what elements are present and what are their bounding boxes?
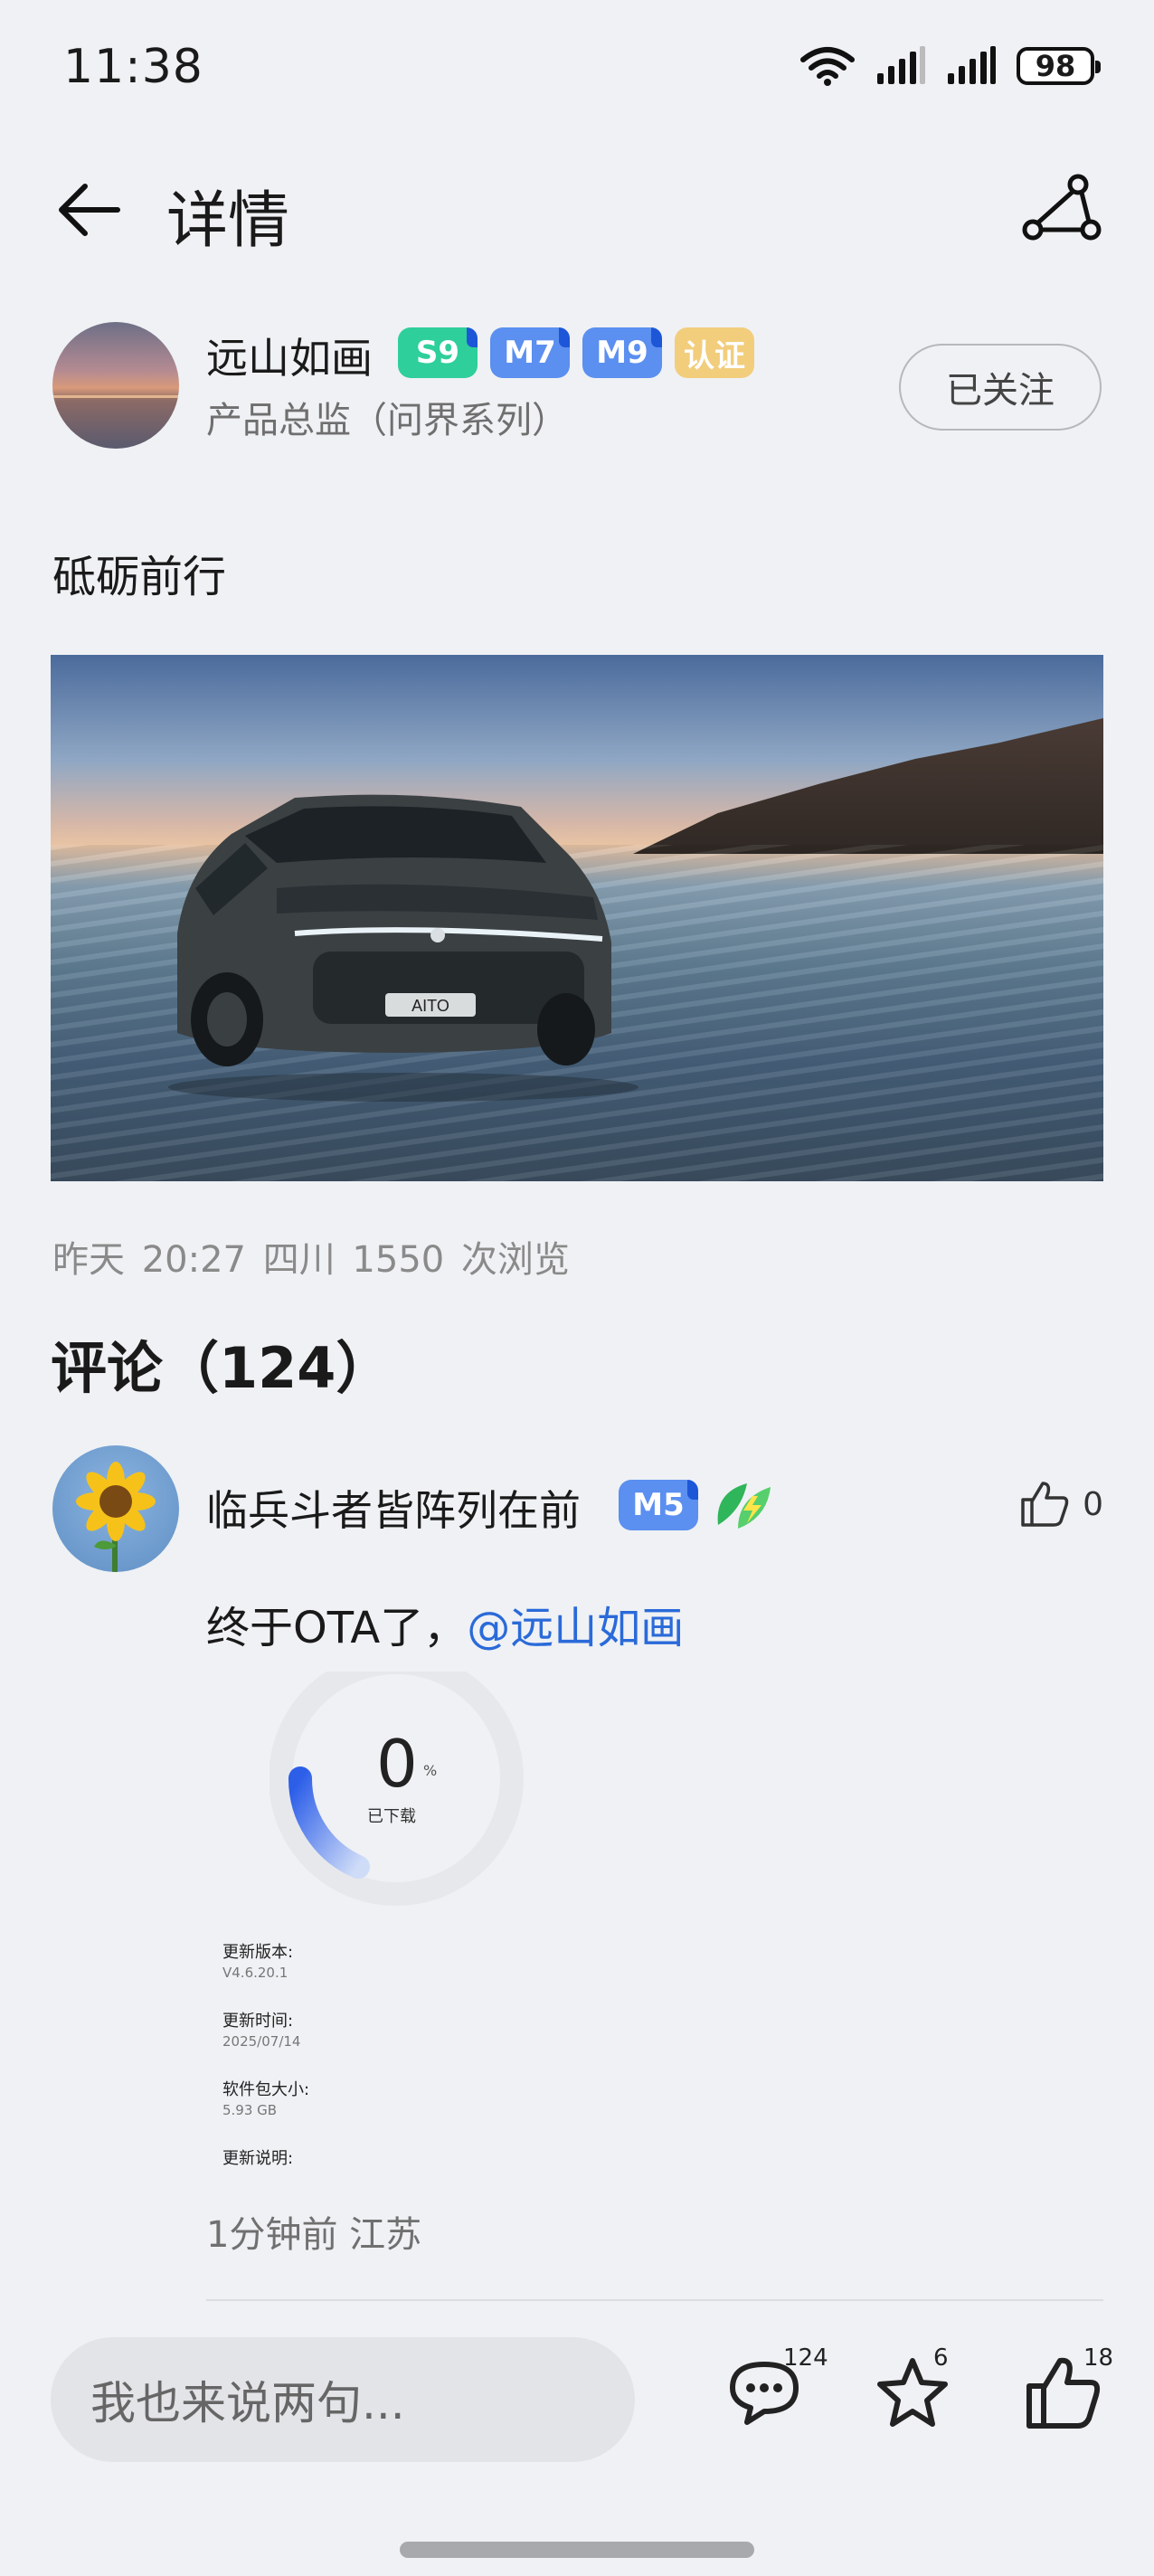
favorites-count: 6 [933,2344,949,2372]
ota-size-value: 5.93 GB [222,2102,278,2118]
model-badge-m9: M9 [582,327,662,378]
downloaded-label: 已下载 [367,1807,416,1826]
model-badge-m7: M7 [490,327,570,378]
back-button[interactable] [52,174,125,246]
author-avatar[interactable] [52,322,179,449]
author-badges: S9 M7 M9 认证 [398,327,754,378]
comments-heading: 评论（124） [51,1335,393,1401]
download-percent-unit: % [423,1762,438,1779]
post-image[interactable]: AITO [51,655,1103,1181]
signal-icon [948,46,996,84]
ota-size-label: 软件包大小: [222,2080,310,2099]
share-button[interactable] [1022,170,1103,251]
comment-input[interactable]: 我也来说两句... [51,2337,635,2462]
commenter-name[interactable]: 临兵斗者皆阵列在前 [206,1478,581,1538]
comment-meta: 1分钟前 江苏 [206,2214,422,2256]
comment-like-button[interactable]: 0 [1019,1480,1103,1529]
signal-icon [877,46,925,84]
plate-text: AITO [411,997,449,1015]
home-indicator[interactable] [400,2542,754,2558]
post-text: 砥砺前行 [52,552,227,602]
comment-divider [206,2299,1103,2301]
sunflower-avatar-image [76,1462,156,1572]
thumbs-up-icon [1021,1482,1069,1527]
comments-button[interactable]: 124 [724,2344,828,2442]
commenter-avatar[interactable] [52,1445,179,1572]
comment-text: 终于OTA了，@远山如画 [206,1592,684,1655]
likes-count: 18 [1083,2344,1114,2372]
page-title: 详情 [166,185,290,257]
author-name[interactable]: 远山如画 [206,326,373,385]
ota-time-value: 2025/07/14 [222,2033,301,2050]
ota-time-label: 更新时间: [222,2012,294,2031]
status-icons: 98 [799,45,1101,87]
comment-attached-image[interactable]: 0 % 已下载 更新版本: V4.6.20.1 更新时间: 2025/07/14… [206,1672,586,2178]
post-meta: 昨天 20:27 四川 1550 次浏览 [52,1239,570,1281]
follow-button[interactable]: 已关注 [899,344,1102,431]
comment-body: 终于OTA了， [206,1603,468,1653]
ota-version-label: 更新版本: [222,1943,294,1962]
comment-input-placeholder: 我也来说两句... [90,2377,405,2429]
favorite-button[interactable]: 6 [872,2344,962,2442]
model-badge-m5: M5 [619,1480,698,1530]
comment-like-count: 0 [1083,1485,1103,1523]
model-badge-s9: S9 [398,327,478,378]
wifi-icon [800,47,855,86]
car-illustration: AITO [168,794,638,1102]
battery-icon: 98 [1017,47,1101,85]
download-percent: 0 [376,1726,418,1802]
status-time: 11:38 [63,40,203,94]
verified-badge: 认证 [675,327,754,378]
comments-count: 124 [783,2344,828,2372]
leaf-bolt-icon [717,1483,771,1529]
like-button[interactable]: 18 [1022,2344,1113,2442]
ota-notes-label: 更新说明: [222,2149,294,2168]
commenter-badges: M5 [619,1478,774,1532]
comment-mention-link[interactable]: @远山如画 [467,1603,684,1653]
ota-version-value: V4.6.20.1 [222,1965,288,1981]
back-arrow-icon [59,184,120,236]
battery-level: 98 [1035,49,1076,83]
image-hill [633,718,1103,854]
author-title: 产品总监（问界系列） [206,400,568,441]
share-icon [1022,174,1102,241]
